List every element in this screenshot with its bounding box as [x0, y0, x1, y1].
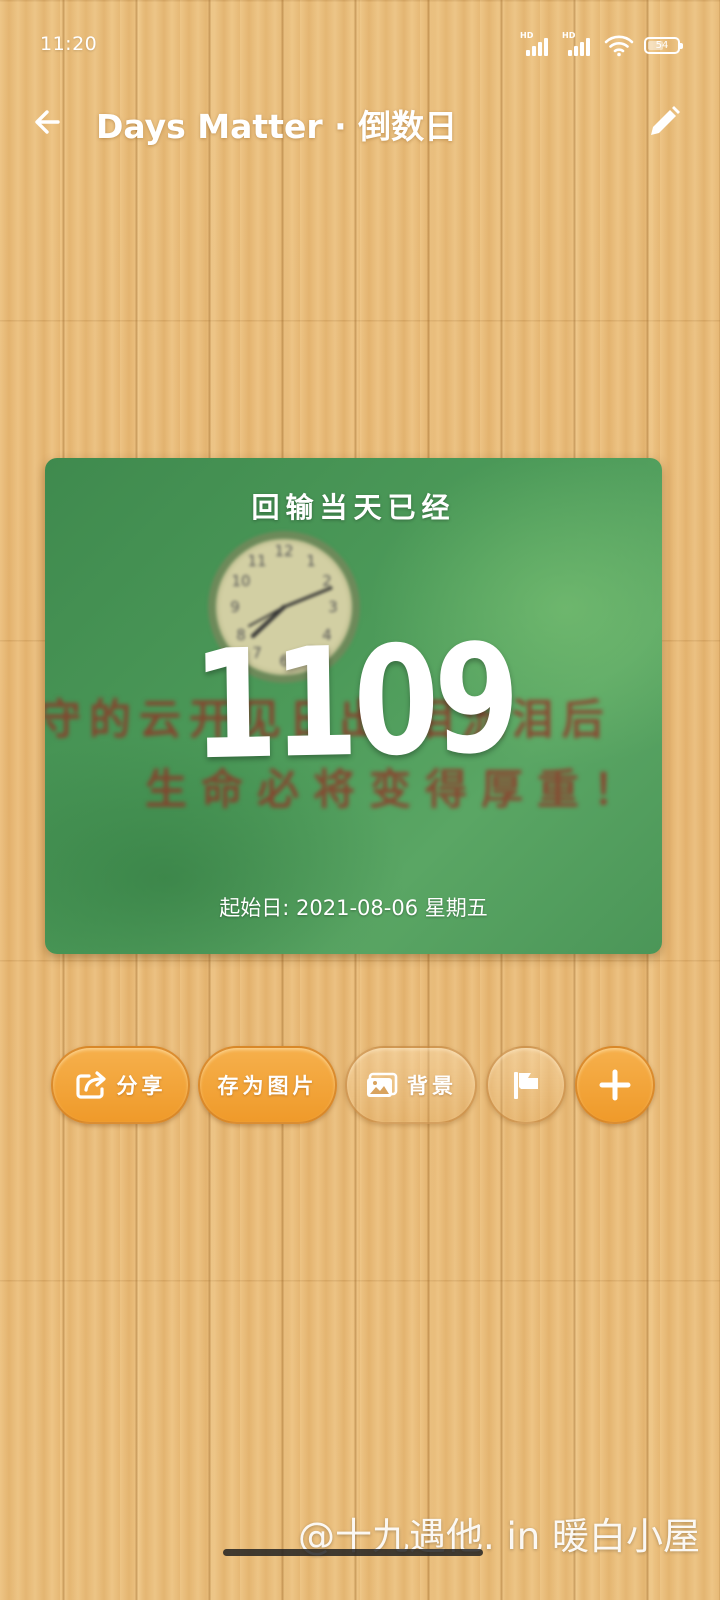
- status-time: 11:20: [40, 33, 98, 55]
- share-icon: [75, 1071, 106, 1099]
- start-date: 起始日: 2021-08-06 星期五: [219, 896, 488, 920]
- hd-label-2: HD: [562, 31, 576, 40]
- home-indicator[interactable]: [223, 1549, 483, 1556]
- page-title: Days Matter · 倒数日: [96, 107, 458, 146]
- arrow-left-icon[interactable]: [28, 102, 68, 142]
- share-label: 分享: [116, 1074, 167, 1098]
- pencil-icon[interactable]: [644, 102, 684, 142]
- add-button[interactable]: [575, 1046, 655, 1124]
- svg-text:1: 1: [306, 552, 316, 570]
- day-count: 1109: [190, 612, 517, 794]
- svg-text:11: 11: [247, 552, 266, 570]
- flag-icon: [514, 1072, 538, 1099]
- image-icon: [367, 1072, 398, 1097]
- cellular-signal-2-icon: HD: [562, 31, 594, 56]
- save-image-label: 存为图片: [217, 1074, 318, 1098]
- share-button[interactable]: 分享: [51, 1046, 190, 1124]
- cellular-signal-icon: HD: [520, 31, 552, 56]
- event-title: 回输当天已经: [251, 491, 456, 524]
- action-bar: 分享 存为图片 背景: [0, 1046, 720, 1126]
- background-button[interactable]: 背景: [345, 1046, 477, 1124]
- hd-label: HD: [520, 31, 534, 40]
- status-icons: HD HD 54: [520, 31, 683, 58]
- svg-text:12: 12: [274, 542, 293, 560]
- wifi-icon: [604, 35, 634, 57]
- plus-icon: [599, 1069, 631, 1101]
- svg-text:9: 9: [230, 598, 240, 616]
- svg-text:3: 3: [328, 598, 338, 616]
- save-image-button[interactable]: 存为图片: [198, 1046, 337, 1124]
- flag-button[interactable]: [486, 1046, 566, 1124]
- app-bar: Days Matter · 倒数日: [0, 90, 720, 154]
- background-label: 背景: [407, 1074, 457, 1098]
- countdown-card[interactable]: 12 3 6 9 1 2 4 5 7 8 10 11 守的云开见日出 泪流泪后 …: [45, 458, 662, 954]
- battery-icon: 54: [644, 36, 683, 54]
- status-bar: 11:20 HD HD 54: [0, 0, 720, 90]
- app-screen: 11:20 HD HD 54 Days Matter · 倒数日 12 3 6 …: [0, 0, 720, 1600]
- battery-percent: 54: [655, 39, 669, 51]
- svg-text:10: 10: [231, 572, 250, 590]
